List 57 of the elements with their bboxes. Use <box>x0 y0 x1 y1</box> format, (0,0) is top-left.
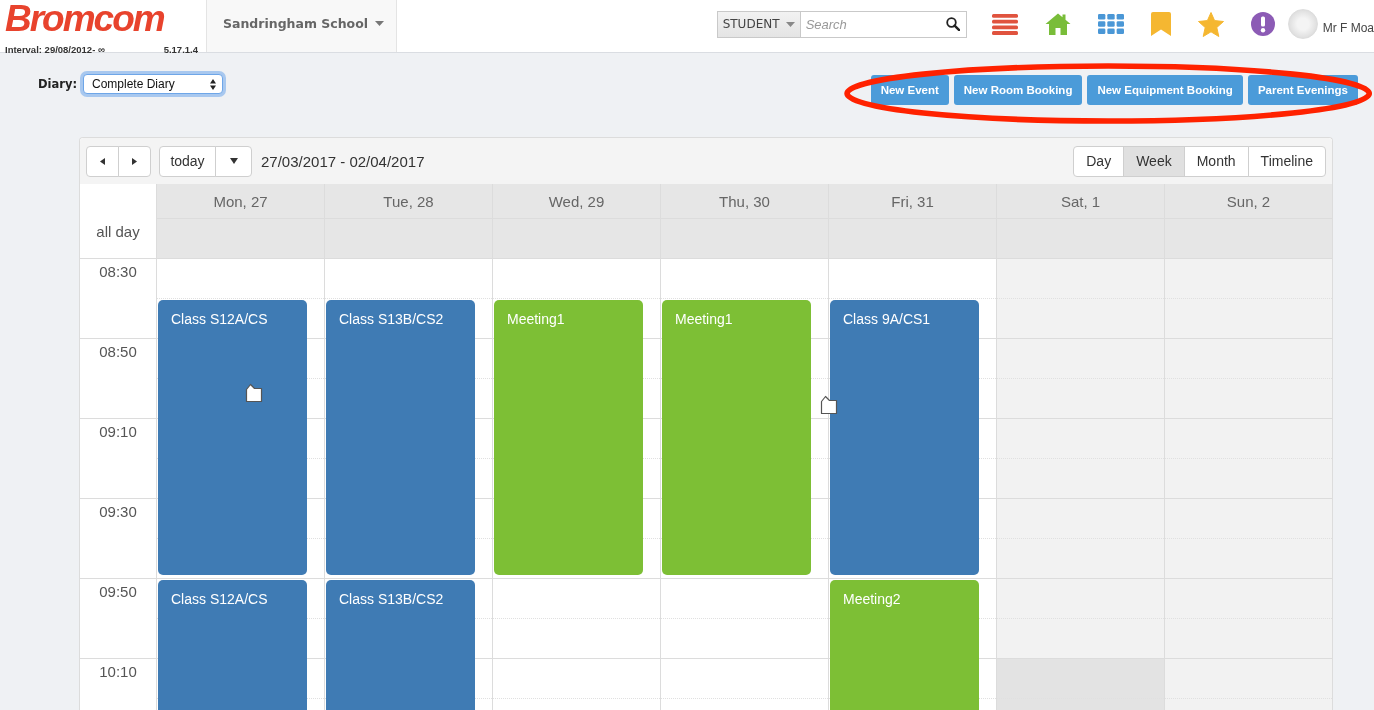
time-label: 08:50 <box>98 342 138 360</box>
exclamation-icon[interactable] <box>1250 12 1275 36</box>
diary-select[interactable]: Complete Diary <box>83 74 223 94</box>
day-header: Sat, 1 <box>996 184 1164 219</box>
caret-down-icon <box>785 21 795 27</box>
diary-label: Diary: <box>38 77 77 91</box>
calendar-event[interactable]: Meeting2 <box>830 580 979 710</box>
version-text: 5.17.1.4 <box>163 44 198 55</box>
avatar-placeholder <box>1287 9 1318 39</box>
action-button[interactable]: New Equipment Booking <box>1087 75 1243 105</box>
today-button[interactable]: today <box>159 145 216 177</box>
menu-icon[interactable] <box>991 13 1018 35</box>
previous-button[interactable] <box>86 145 119 177</box>
day-header: Thu, 30 <box>660 184 828 219</box>
star-icon[interactable] <box>1197 11 1224 37</box>
home-icon[interactable] <box>1044 13 1071 35</box>
view-tab[interactable]: Month <box>1183 145 1249 177</box>
day-header: Sun, 2 <box>1164 184 1332 219</box>
caret-down-icon <box>375 20 385 26</box>
search-icon[interactable] <box>945 16 960 31</box>
scope-dropdown[interactable]: STUDENT <box>716 10 801 38</box>
next-button[interactable] <box>118 145 151 177</box>
calendar-event[interactable]: Class S12A/CS <box>158 300 307 575</box>
interval-text: Interval: 29/08/2012- ∞ <box>5 44 105 55</box>
search-field[interactable]: Search <box>800 10 967 38</box>
right-triangle-icon <box>132 157 137 165</box>
date-range: 27/03/2017 - 02/04/2017 <box>261 152 425 170</box>
calendar-event[interactable]: Class S13B/CS2 <box>326 580 475 710</box>
calendar-event[interactable]: Class S13B/CS2 <box>326 300 475 575</box>
brand-logo[interactable]: Bromcom <box>5 5 164 33</box>
day-header: Tue, 28 <box>324 184 492 219</box>
grid-icon[interactable] <box>1097 14 1124 34</box>
day-header: Wed, 29 <box>492 184 660 219</box>
view-tab[interactable]: Timeline <box>1247 145 1326 177</box>
school-dropdown[interactable]: Sandringham School <box>207 0 397 52</box>
calendar-event[interactable]: Meeting1 <box>494 300 643 575</box>
time-label: 09:50 <box>98 582 138 600</box>
down-triangle-icon <box>229 158 238 164</box>
time-label: 09:30 <box>98 502 138 520</box>
pointer-icon <box>245 383 263 403</box>
day-header: Mon, 27 <box>156 184 324 219</box>
calendar-event[interactable]: Class S12A/CS <box>158 580 307 710</box>
time-label: 09:10 <box>98 422 138 440</box>
up-down-arrows-icon <box>210 78 216 90</box>
calendar-event[interactable]: Class 9A/CS1 <box>830 300 979 575</box>
user-name[interactable]: Mr F Moa <box>1322 21 1374 35</box>
view-tab[interactable]: Week <box>1123 145 1185 177</box>
today-menu-button[interactable] <box>215 145 252 177</box>
view-tab[interactable]: Day <box>1073 145 1125 177</box>
bookmark-icon[interactable] <box>1150 12 1171 36</box>
action-button[interactable]: New Room Booking <box>953 75 1083 105</box>
calendar-event[interactable]: Meeting1 <box>662 300 811 575</box>
left-triangle-icon <box>100 157 105 165</box>
day-header: Fri, 31 <box>828 184 996 219</box>
time-label: 08:30 <box>98 262 138 280</box>
all-day-label: all day <box>95 222 141 240</box>
time-label: 10:10 <box>98 662 138 680</box>
